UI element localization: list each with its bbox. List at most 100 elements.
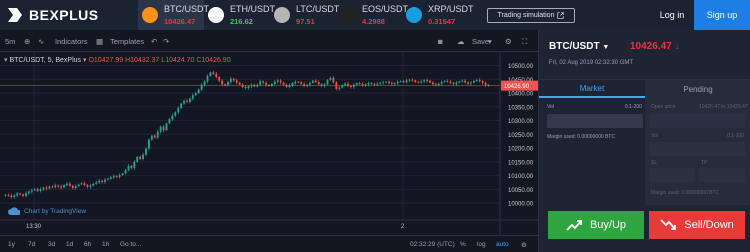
litecoin-icon <box>274 7 290 23</box>
goto-button[interactable]: Go to... <box>120 241 141 248</box>
candle-body <box>382 82 385 84</box>
vol-input[interactable] <box>547 114 643 128</box>
price-chart[interactable]: 10500.0010450.0010400.0010350.0010300.00… <box>0 52 538 235</box>
bitcoin-icon <box>142 7 158 23</box>
percent-toggle[interactable]: % <box>460 241 466 248</box>
candle-body <box>107 178 109 180</box>
trade-panel: BTC/USDT ▼ 10426.47 ↓ Fri, 02 Aug 2019 0… <box>538 30 750 252</box>
fullscreen-icon[interactable]: ⛶ <box>522 37 527 47</box>
candle-body <box>426 80 428 81</box>
range-3d[interactable]: 3d <box>48 241 55 248</box>
y-tick-label: 10150.00 <box>508 160 534 166</box>
candle-body <box>7 194 10 196</box>
candle-body <box>244 86 247 89</box>
bexplus-logo[interactable]: BEXPLUS <box>6 6 99 24</box>
candle-body <box>470 82 472 84</box>
save-button[interactable]: Save <box>472 37 489 46</box>
tab-market[interactable]: Market <box>539 80 645 98</box>
candle-body <box>180 103 183 109</box>
ticker-eos[interactable]: EOS/USDT 4.2988 <box>336 0 408 30</box>
candle-body <box>370 83 373 84</box>
sell-down-button[interactable]: Sell/Down <box>649 211 745 239</box>
bottom-settings-icon[interactable]: ⚙ <box>521 241 527 249</box>
panel-pair-selector[interactable]: BTC/USDT ▼ <box>549 41 609 52</box>
vol-input-pending[interactable] <box>649 142 745 156</box>
candle-body <box>124 170 127 174</box>
sl-label: SL <box>651 160 658 166</box>
candle-body <box>452 82 455 84</box>
y-tick-label: 10500.00 <box>508 64 534 70</box>
templates-button[interactable]: Templates <box>110 37 144 46</box>
candle-body <box>162 126 165 131</box>
log-toggle[interactable]: log <box>477 241 486 248</box>
candle-body <box>432 82 434 85</box>
range-1d[interactable]: 1d <box>66 241 73 248</box>
candle-body <box>130 165 133 168</box>
range-1h[interactable]: 1h <box>102 241 109 248</box>
range-1y[interactable]: 1y <box>8 241 15 248</box>
candle-body <box>121 173 124 176</box>
templates-icon[interactable]: ▦ <box>96 37 103 46</box>
undo-icon[interactable]: ↶ <box>151 37 157 46</box>
ticker-eth[interactable]: ETH/USDT 216.62 <box>204 0 275 30</box>
candle-body <box>27 191 30 194</box>
candle-body <box>420 81 423 83</box>
indicators-icon[interactable]: ∿ <box>38 37 44 46</box>
logo-icon <box>8 8 22 22</box>
auto-toggle[interactable]: auto <box>496 241 509 248</box>
signup-button[interactable]: Sign up <box>694 0 750 30</box>
trading-simulation-button[interactable]: Trading simulation <box>487 8 575 23</box>
buy-up-button[interactable]: Buy/Up <box>548 211 644 239</box>
tradingview-watermark[interactable]: Chart by TradingView <box>8 207 86 216</box>
candle-body <box>4 194 7 196</box>
candle-body <box>314 80 317 83</box>
candle-body <box>309 82 311 85</box>
ticker-price: 0.31547 <box>428 17 456 26</box>
candle-body <box>411 79 414 81</box>
candle-body <box>77 184 80 187</box>
camera-icon[interactable]: ◙ <box>438 37 443 46</box>
login-button[interactable]: Log in <box>650 0 694 30</box>
candle-body <box>136 156 139 162</box>
candle-body <box>83 183 86 185</box>
candle-body <box>408 79 411 81</box>
cloud-icon[interactable]: ☁ <box>457 37 465 46</box>
xrp-icon <box>406 7 422 23</box>
candle-body <box>206 75 209 82</box>
eos-icon <box>340 7 356 23</box>
candle-body <box>30 190 33 192</box>
candle-body <box>156 131 159 138</box>
candle-body <box>265 82 267 85</box>
candle-body <box>297 81 300 83</box>
ticker-xrp[interactable]: XRP/USDT 0.31547 <box>402 0 474 30</box>
candle-body <box>385 81 387 83</box>
y-tick-label: 10350.00 <box>508 105 534 111</box>
candle-body <box>145 148 147 155</box>
candle-body <box>22 194 24 196</box>
candle-body <box>177 108 180 113</box>
ticker-btc[interactable]: BTC/USDT 10426.47 <box>138 0 209 30</box>
range-7d[interactable]: 7d <box>28 241 35 248</box>
interval-selector[interactable]: 5m <box>5 37 15 46</box>
redo-icon[interactable]: ↷ <box>163 37 169 46</box>
candle-body <box>429 80 431 83</box>
candle-body <box>443 80 446 83</box>
indicators-button[interactable]: Indicators <box>55 37 88 46</box>
candle-body <box>484 82 487 85</box>
clock-readout: 02:32:29 (UTC) <box>410 241 455 248</box>
range-6h[interactable]: 6h <box>84 241 91 248</box>
chevron-down-icon[interactable]: ▾ <box>488 37 492 46</box>
x-tick-label: 2 <box>401 224 405 230</box>
ticker-ltc[interactable]: LTC/USDT 97.51 <box>270 0 339 30</box>
vol-label: Vol <box>547 104 554 110</box>
open-price-input[interactable] <box>649 114 745 128</box>
compare-icon[interactable]: ⊕ <box>24 37 30 46</box>
chart-toolbar: 5m ⊕ ∿ Indicators ▦ Templates ↶ ↷ ◙ ☁ Sa… <box>0 30 538 52</box>
tp-input[interactable] <box>699 168 745 182</box>
chart-bottom-bar: 1y 7d 3d 1d 6h 1h Go to... 02:32:29 (UTC… <box>0 235 538 252</box>
candle-body <box>414 80 417 83</box>
tab-pending[interactable]: Pending <box>645 80 750 98</box>
settings-gear-icon[interactable]: ⚙ <box>505 37 512 46</box>
candle-body <box>262 81 265 83</box>
sl-input[interactable] <box>649 168 695 182</box>
